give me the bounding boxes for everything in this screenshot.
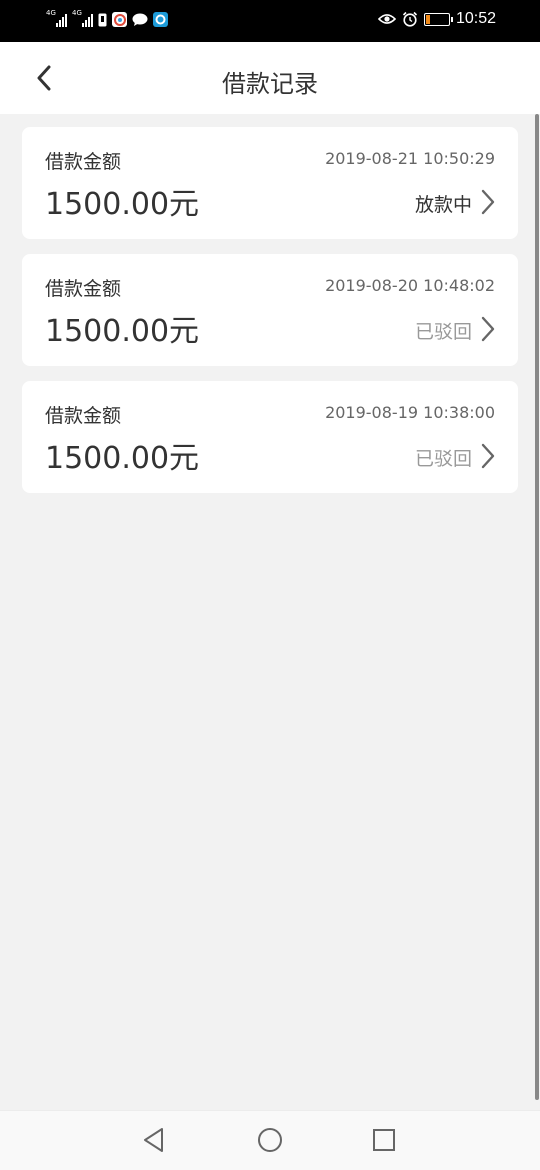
app-header: 借款记录 [0, 42, 540, 114]
chevron-right-icon [481, 443, 495, 469]
status-bar: 4G 4G 10:52 [0, 0, 540, 42]
scrollbar[interactable] [535, 114, 539, 1100]
system-nav-bar [0, 1110, 540, 1170]
chevron-right-icon [481, 189, 495, 215]
network-type-label: 4G [72, 9, 82, 17]
battery-icon [423, 12, 453, 26]
square-recents-icon [373, 1129, 395, 1151]
status-time: 10:52 [455, 10, 496, 27]
status-label: 放款中 [414, 194, 472, 216]
loan-amount: 1500.00元 [45, 314, 200, 349]
loan-amount: 1500.00元 [45, 187, 200, 222]
loan-amount: 1500.00元 [45, 441, 200, 476]
nav-back-button[interactable] [139, 1125, 169, 1155]
loan-record-card[interactable]: 借款金额 2019-08-19 10:38:00 1500.00元 已驳回 [22, 381, 518, 493]
loan-record-list: 借款金额 2019-08-21 10:50:29 1500.00元 放款中 借款… [22, 127, 518, 508]
alarm-icon [402, 11, 418, 27]
amount-label: 借款金额 [45, 405, 122, 427]
status-left: 4G 4G [46, 9, 168, 27]
chevron-right-icon [481, 316, 495, 342]
status-label: 已驳回 [414, 448, 472, 470]
chat-bubble-icon [132, 13, 148, 26]
circle-home-icon [258, 1128, 282, 1152]
nav-home-button[interactable] [255, 1125, 285, 1155]
app-notification-icon [153, 12, 168, 27]
page-title: 借款记录 [222, 70, 318, 98]
signal-icon: 4G [72, 9, 93, 27]
app-notification-icon [112, 12, 127, 27]
amount-label: 借款金额 [45, 278, 122, 300]
loan-record-card[interactable]: 借款金额 2019-08-20 10:48:02 1500.00元 已驳回 [22, 254, 518, 366]
status-label: 已驳回 [414, 321, 472, 343]
signal-icon: 4G [46, 9, 67, 27]
amount-label: 借款金额 [45, 151, 122, 173]
network-type-label: 4G [46, 9, 56, 17]
record-time: 2019-08-20 10:48:02 [325, 276, 495, 295]
eye-icon [377, 14, 396, 24]
record-time: 2019-08-19 10:38:00 [325, 403, 495, 422]
loan-record-card[interactable]: 借款金额 2019-08-21 10:50:29 1500.00元 放款中 [22, 127, 518, 239]
battery-fill [425, 14, 430, 24]
sim-card-icon [98, 13, 107, 26]
triangle-back-icon [144, 1128, 163, 1152]
status-right: 10:52 [377, 10, 496, 28]
nav-recents-button[interactable] [369, 1125, 399, 1155]
record-time: 2019-08-21 10:50:29 [325, 149, 495, 168]
